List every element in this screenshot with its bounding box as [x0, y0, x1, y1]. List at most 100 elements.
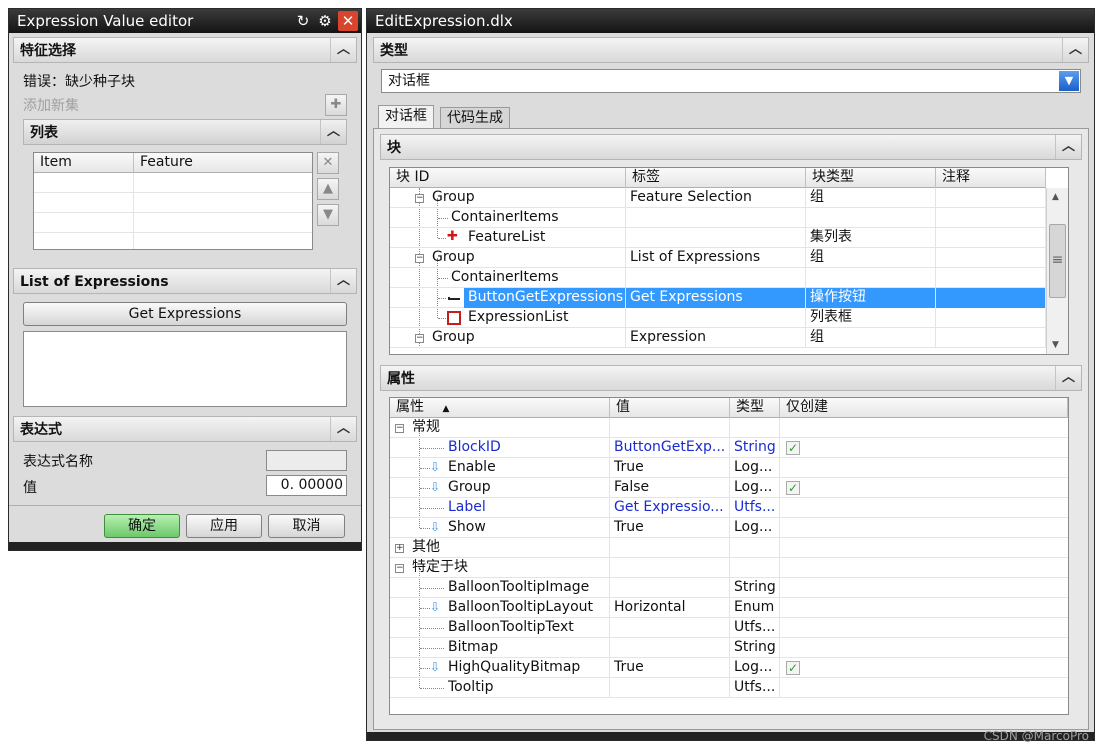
table-row[interactable]: ExpressionList 列表框 [390, 308, 1046, 328]
table-row[interactable]: − Group List of Expressions 组 [390, 248, 1046, 268]
tab-code-generation[interactable]: 代码生成 [440, 107, 510, 129]
move-up-button[interactable]: ▲ [317, 178, 339, 200]
property-row[interactable]: Bitmap String [390, 638, 1068, 658]
block-label [626, 308, 806, 328]
collapse-icon[interactable]: ︿ [320, 120, 346, 144]
block-tree-table[interactable]: 块 ID 标签 块类型 注释 − Group Feature Selection… [389, 167, 1069, 355]
table-row[interactable] [34, 213, 312, 233]
collapse-icon[interactable]: ︿ [1062, 38, 1088, 62]
table-row[interactable]: ContainerItems [390, 268, 1046, 288]
property-type: String [730, 638, 780, 658]
tree-connector [420, 588, 444, 589]
scroll-up-icon[interactable]: ▲ [1052, 192, 1059, 202]
get-expressions-button[interactable]: Get Expressions [23, 302, 347, 326]
remove-item-button[interactable]: ✕ [317, 152, 339, 174]
collapse-icon[interactable]: ︿ [330, 38, 356, 62]
checkmark-icon[interactable]: ✓ [786, 441, 800, 455]
collapse-icon[interactable]: ︿ [330, 417, 356, 441]
property-type [730, 418, 780, 438]
collapse-node-icon[interactable]: − [415, 334, 424, 343]
column-header-property[interactable]: 属性 ▲ [390, 398, 610, 418]
type-header[interactable]: 类型 ︿ [373, 37, 1089, 63]
table-row[interactable] [34, 233, 312, 249]
table-row[interactable]: − Group Feature Selection 组 [390, 188, 1046, 208]
collapse-icon[interactable]: ︿ [330, 269, 356, 293]
property-row[interactable]: ⇩ Group False Log... ✓ [390, 478, 1068, 498]
column-header-block-type[interactable]: 块类型 [806, 168, 936, 188]
edit-expression-window: EditExpression.dlx 类型 ︿ 对话框 ▼ 对话框 代码生成 块… [366, 8, 1095, 741]
property-table[interactable]: 属性 ▲ 值 类型 仅创建 − 常规 BlockID ButtonGetExp. [389, 397, 1069, 715]
reset-icon[interactable]: ↻ [293, 11, 313, 31]
apply-button[interactable]: 应用 [186, 514, 262, 538]
table-row[interactable]: − Group Expression 组 [390, 328, 1046, 348]
column-header-value[interactable]: 值 [610, 398, 730, 418]
property-header[interactable]: 属性 ︿ [380, 365, 1082, 391]
scroll-down-icon[interactable]: ▼ [1052, 340, 1059, 350]
table-row-selected[interactable]: ButtonGetExpressions Get Expressions 操作按… [390, 288, 1046, 308]
ok-button[interactable]: 确定 [104, 514, 180, 538]
feature-list-table[interactable]: Item Feature [33, 152, 313, 250]
column-header-note[interactable]: 注释 [936, 168, 1046, 188]
block-label: Feature Selection [626, 188, 806, 208]
collapse-icon[interactable]: ︿ [1055, 366, 1081, 390]
table-row[interactable] [34, 193, 312, 213]
add-set-button[interactable]: ✚ [325, 94, 347, 116]
property-row[interactable]: ⇩ Show True Log... [390, 518, 1068, 538]
table-row[interactable] [34, 173, 312, 193]
scrollbar-thumb[interactable]: ≡ [1049, 224, 1066, 298]
block-header[interactable]: 块 ︿ [380, 134, 1082, 160]
expression-listbox[interactable] [23, 331, 347, 407]
column-header-feature[interactable]: Feature [134, 153, 312, 173]
type-select[interactable]: 对话框 ▼ [381, 69, 1081, 93]
sort-ascending-icon: ▲ [442, 404, 450, 414]
close-icon[interactable]: ✕ [338, 11, 358, 31]
property-group-row[interactable]: − 特定于块 [390, 558, 1068, 578]
property-row[interactable]: Label Get Expressio... Utfs... [390, 498, 1068, 518]
expression-title: 表达式 [20, 422, 62, 438]
tab-dialog[interactable]: 对话框 [378, 105, 434, 129]
right-window-titlebar[interactable]: EditExpression.dlx [367, 9, 1094, 33]
move-down-button[interactable]: ▼ [317, 204, 339, 226]
collapse-node-icon[interactable]: − [395, 564, 404, 573]
expression-name-field[interactable] [266, 450, 347, 471]
cancel-button[interactable]: 取消 [268, 514, 345, 538]
property-row[interactable]: ⇩ BalloonTooltipLayout Horizontal Enum [390, 598, 1068, 618]
collapse-icon[interactable]: ︿ [1055, 135, 1081, 159]
gear-icon[interactable]: ⚙ [315, 11, 335, 31]
collapse-node-icon[interactable]: − [395, 424, 404, 433]
property-value: ButtonGetExp... [610, 438, 730, 458]
column-header-create-only[interactable]: 仅创建 [780, 398, 1068, 418]
property-row[interactable]: ⇩ HighQualityBitmap True Log... ✓ [390, 658, 1068, 678]
expression-header[interactable]: 表达式 ︿ [13, 416, 357, 442]
property-row[interactable]: BalloonTooltipImage String [390, 578, 1068, 598]
dropdown-arrow-icon[interactable]: ▼ [1059, 71, 1079, 91]
property-row[interactable]: BalloonTooltipText Utfs... [390, 618, 1068, 638]
list-of-expressions-header[interactable]: List of Expressions ︿ [13, 268, 357, 294]
table-row[interactable]: ContainerItems [390, 208, 1046, 228]
column-header-block-id[interactable]: 块 ID [390, 168, 626, 188]
block-table-scrollbar[interactable]: ▲ ≡ ▼ [1046, 188, 1068, 354]
column-header-type[interactable]: 类型 [730, 398, 780, 418]
tree-connector [438, 238, 446, 239]
property-name: BalloonTooltipImage [444, 578, 610, 598]
property-group-row[interactable]: − 常规 [390, 418, 1068, 438]
list-header[interactable]: 列表 ︿ [23, 119, 347, 145]
property-row[interactable]: ⇩ Enable True Log... [390, 458, 1068, 478]
checkmark-icon[interactable]: ✓ [786, 661, 800, 675]
collapse-node-icon[interactable]: − [415, 194, 424, 203]
property-row[interactable]: BlockID ButtonGetExp... String ✓ [390, 438, 1068, 458]
expand-node-icon[interactable]: + [395, 544, 404, 553]
table-row[interactable]: ✚ FeatureList 集列表 [390, 228, 1046, 248]
block-note [936, 268, 1046, 288]
feature-selection-header[interactable]: 特征选择 ︿ [13, 37, 357, 63]
column-header-item[interactable]: Item [34, 153, 134, 173]
column-header-label[interactable]: 标签 [626, 168, 806, 188]
checkmark-icon[interactable]: ✓ [786, 481, 800, 495]
left-window-titlebar[interactable]: Expression Value editor ↻ ⚙ ✕ [9, 9, 361, 33]
block-title: 块 [387, 140, 401, 156]
block-type [806, 268, 936, 288]
property-group-row[interactable]: + 其他 [390, 538, 1068, 558]
value-field[interactable]: 0. 00000 [266, 475, 347, 496]
collapse-node-icon[interactable]: − [415, 254, 424, 263]
property-row[interactable]: Tooltip Utfs... [390, 678, 1068, 698]
